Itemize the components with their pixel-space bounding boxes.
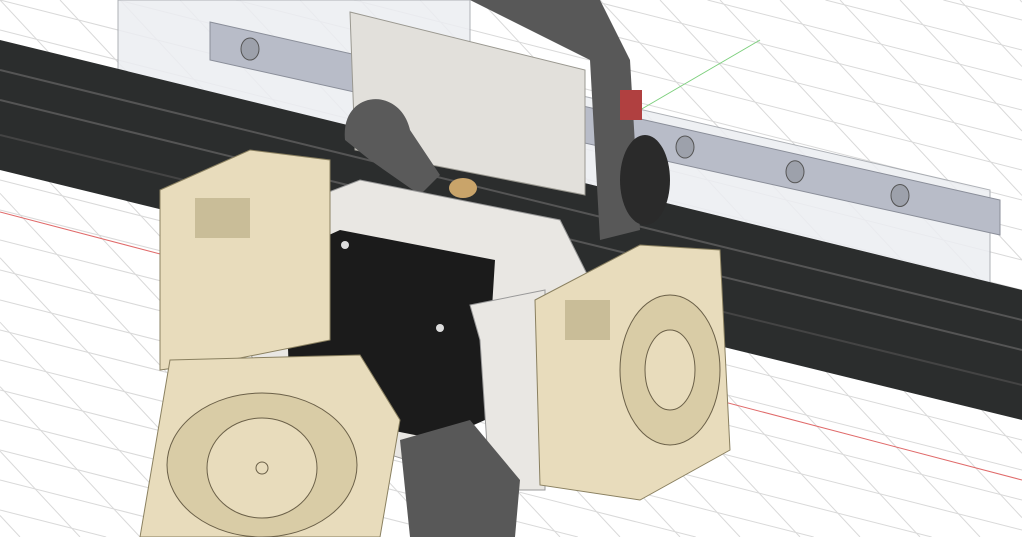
grid-line: [0, 386, 141, 537]
rail-hole: [785, 160, 805, 184]
fan-icon: [166, 392, 358, 537]
left-fan-window: [195, 198, 250, 238]
grid-line: [0, 450, 81, 537]
grid-line: [943, 0, 1022, 21]
red-tab: [620, 90, 642, 120]
fan-icon: [619, 294, 721, 446]
left-fan-duct: [159, 149, 331, 371]
cad-scene[interactable]: [0, 0, 1022, 537]
grid-line: [707, 0, 1022, 81]
grid-line: [899, 0, 1022, 132]
rail-hole: [675, 135, 695, 159]
rail-hole: [240, 37, 260, 61]
brass-insert: [449, 178, 477, 198]
y-axis-line: [639, 39, 761, 111]
motor-screw: [436, 324, 444, 332]
cad-viewport[interactable]: [0, 0, 1022, 537]
grid-line: [959, 0, 1022, 67]
right-fan-window: [565, 300, 610, 340]
grid-line: [589, 0, 1022, 111]
idler-pulley: [620, 135, 670, 225]
grid-line: [0, 515, 21, 537]
motor-screw: [341, 241, 349, 249]
rail-hole: [890, 183, 910, 207]
